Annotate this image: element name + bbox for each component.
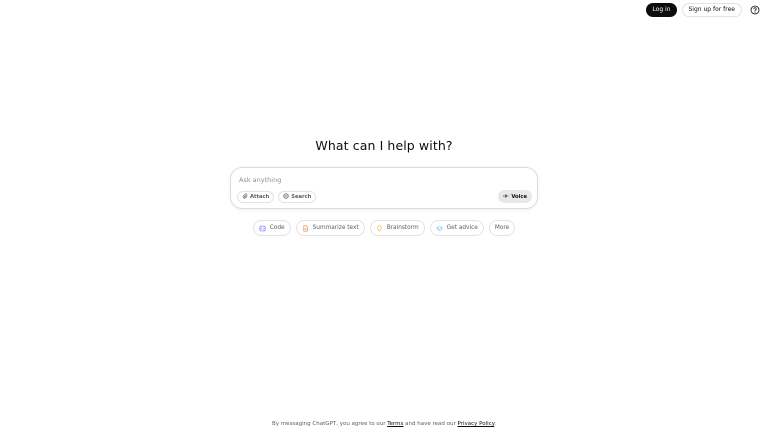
chat-landing-page: Log in Sign up for free What can I help … bbox=[0, 0, 768, 432]
suggestion-summarize[interactable]: Summarize text bbox=[295, 220, 365, 236]
suggestion-code[interactable]: Code bbox=[252, 220, 291, 236]
chip-label: Brainstorm bbox=[386, 225, 419, 231]
chip-label: Summarize text bbox=[312, 225, 359, 231]
suggestion-get-advice[interactable]: Get advice bbox=[429, 220, 484, 236]
question-circle-icon[interactable] bbox=[748, 3, 762, 17]
attach-label: Attach bbox=[250, 194, 270, 200]
code-icon bbox=[259, 225, 266, 232]
suggestion-brainstorm[interactable]: Brainstorm bbox=[369, 220, 425, 236]
attach-button[interactable]: Attach bbox=[237, 191, 275, 203]
search-label: Search bbox=[291, 194, 312, 200]
footer-suffix: . bbox=[494, 421, 496, 427]
footer-middle: and have read our bbox=[405, 421, 456, 427]
voice-label: Voice bbox=[511, 193, 527, 200]
chip-label: Get advice bbox=[446, 225, 478, 231]
header-actions: Log in Sign up for free bbox=[646, 3, 762, 17]
suggestion-more[interactable]: More bbox=[488, 220, 516, 236]
prompt-input[interactable] bbox=[239, 175, 529, 185]
document-icon bbox=[302, 225, 309, 232]
chip-label: More bbox=[494, 225, 510, 231]
legal-footer: By messaging ChatGPT, you agree to our T… bbox=[0, 421, 768, 427]
login-button[interactable]: Log in bbox=[646, 3, 677, 17]
composer-tools: Attach Search bbox=[237, 191, 317, 203]
search-button[interactable]: Search bbox=[278, 191, 317, 203]
waveform-icon bbox=[503, 193, 509, 201]
signup-button[interactable]: Sign up for free bbox=[681, 3, 742, 17]
lightbulb-icon bbox=[376, 225, 383, 232]
voice-button[interactable]: Voice bbox=[498, 190, 532, 203]
chip-label: Code bbox=[269, 225, 285, 231]
composer: Attach Search bbox=[230, 167, 538, 209]
suggestion-chips: Code Summarize text Brainstorm Get advic… bbox=[0, 220, 768, 236]
graduation-cap-icon bbox=[435, 225, 443, 232]
page-title: What can I help with? bbox=[315, 138, 453, 153]
paperclip-icon bbox=[242, 193, 248, 201]
globe-icon bbox=[283, 193, 289, 201]
footer-prefix: By messaging ChatGPT, you agree to our bbox=[272, 421, 386, 427]
terms-link[interactable]: Terms bbox=[387, 421, 403, 427]
privacy-policy-link[interactable]: Privacy Policy bbox=[458, 421, 495, 427]
